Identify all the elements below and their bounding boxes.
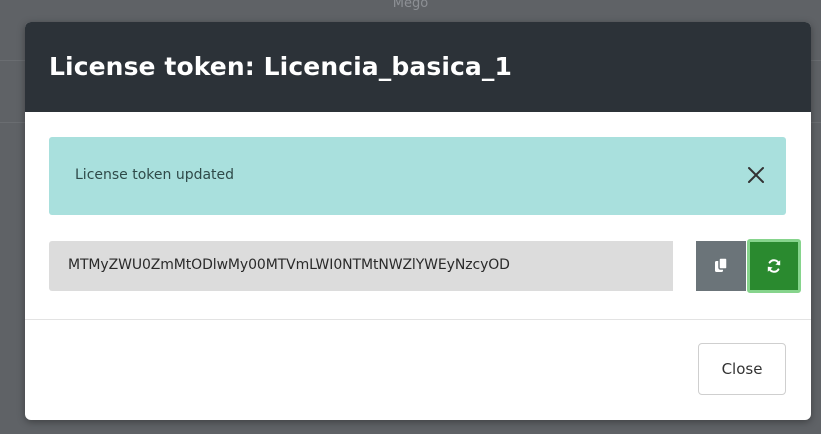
modal-header: License token: Licencia_basica_1: [25, 22, 811, 112]
close-button[interactable]: Close: [698, 343, 786, 395]
refresh-icon: [767, 259, 781, 273]
alert-close-button[interactable]: [740, 159, 772, 191]
footer-divider: [25, 319, 811, 320]
token-field[interactable]: MTMyZWU0ZmMtODlwMy00MTVmLWI0NTMtNWZlYWEy…: [49, 241, 673, 291]
backdrop-text: Mego: [392, 0, 429, 11]
close-icon: [748, 167, 764, 183]
token-row: MTMyZWU0ZmMtODlwMy00MTVmLWI0NTMtNWZlYWEy…: [49, 239, 801, 294]
alert-message: License token updated: [75, 167, 235, 183]
license-token-modal: License token: Licencia_basica_1 License…: [25, 22, 811, 420]
copy-token-button[interactable]: [696, 241, 746, 291]
modal-title: License token: Licencia_basica_1: [49, 52, 512, 81]
success-alert: License token updated: [49, 137, 786, 215]
refresh-token-button[interactable]: [747, 239, 801, 293]
token-value: MTMyZWU0ZmMtODlwMy00MTVmLWI0NTMtNWZlYWEy…: [68, 257, 510, 273]
copy-icon: [715, 257, 728, 272]
